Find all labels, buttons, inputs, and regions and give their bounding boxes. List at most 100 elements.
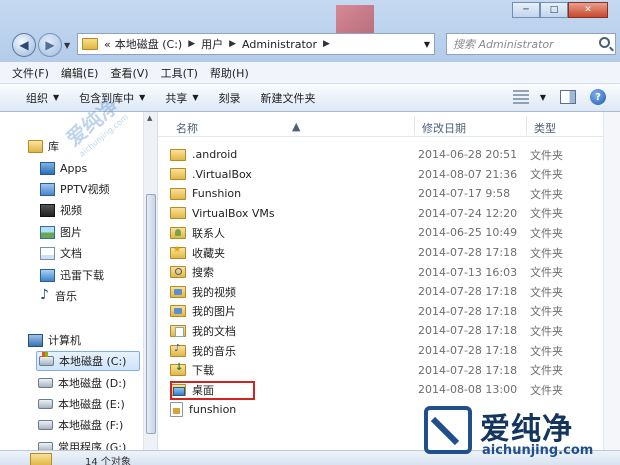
file-date: 2014-07-28 17:18 <box>418 246 518 259</box>
file-type: 文件夹 <box>530 266 563 280</box>
nav-item-pictures[interactable]: 图片 <box>40 222 82 242</box>
file-row[interactable]: 搜索 2014-07-13 16:03 文件夹 <box>170 263 600 282</box>
nav-drive-f[interactable]: 本地磁盘 (F:) <box>38 415 123 435</box>
system-drive-icon <box>39 352 54 366</box>
menu-file[interactable]: 文件(F) <box>12 65 49 81</box>
forward-button[interactable]: ▶ <box>38 33 62 57</box>
organize-button[interactable]: 组织 ▼ <box>26 90 59 106</box>
address-segment-admin[interactable]: Administrator <box>242 38 317 51</box>
back-button[interactable]: ◀ <box>12 33 36 57</box>
address-overflow[interactable]: « <box>104 38 111 51</box>
chevron-right-icon[interactable]: ▶ <box>323 39 330 49</box>
nav-computer[interactable]: 计算机 <box>28 330 81 350</box>
file-row[interactable]: .VirtualBox 2014-08-07 21:36 文件夹 <box>170 165 600 184</box>
video-icon <box>40 203 55 217</box>
file-row[interactable]: .android 2014-06-28 20:51 文件夹 <box>170 145 600 164</box>
column-divider[interactable] <box>526 116 527 134</box>
scrollbar-thumb[interactable] <box>146 194 156 434</box>
menu-edit[interactable]: 编辑(E) <box>61 65 99 81</box>
sort-ascending-icon: ▲ <box>292 120 301 133</box>
downloads-folder-icon <box>170 362 186 377</box>
chevron-right-icon[interactable]: ▶ <box>229 39 236 49</box>
search-box[interactable] <box>446 33 616 55</box>
folder-icon <box>170 207 186 220</box>
file-type: 文件夹 <box>530 344 563 358</box>
burn-button[interactable]: 刻录 <box>218 90 240 106</box>
nav-item-apps[interactable]: Apps <box>40 158 87 178</box>
nav-label: 文档 <box>60 247 82 260</box>
file-row[interactable]: 我的图片 2014-07-28 17:18 文件夹 <box>170 302 600 321</box>
help-icon[interactable]: ? <box>590 89 606 105</box>
music-icon <box>40 287 50 303</box>
file-name: 我的音乐 <box>192 344 236 358</box>
file-name-cell: 我的音乐 <box>170 343 418 359</box>
nav-item-xunlei[interactable]: 迅雷下载 <box>40 265 104 285</box>
file-name-cell: 我的图片 <box>170 303 418 319</box>
file-row[interactable]: funshion <box>170 400 600 419</box>
nav-label: 本地磁盘 (E:) <box>58 398 125 411</box>
nav-label: 本地磁盘 (C:) <box>59 355 127 368</box>
favorites-folder-icon <box>170 245 186 259</box>
file-row[interactable]: 我的音乐 2014-07-28 17:18 文件夹 <box>170 341 600 360</box>
picture-icon <box>40 225 55 239</box>
column-divider[interactable] <box>414 116 415 134</box>
menu-tools[interactable]: 工具(T) <box>161 65 198 81</box>
file-name-cell: 收藏夹 <box>170 245 418 261</box>
address-bar[interactable]: « 本地磁盘 (C:) ▶ 用户 ▶ Administrator ▶ ▼ <box>77 33 435 55</box>
nav-item-videos[interactable]: 视频 <box>40 200 82 220</box>
view-dropdown-icon[interactable]: ▼ <box>540 93 546 102</box>
recent-pages-dropdown-icon[interactable]: ▼ <box>64 41 70 50</box>
file-name-cell: Funshion <box>170 187 418 200</box>
file-type: 文件夹 <box>530 305 563 319</box>
search-icon[interactable] <box>599 37 610 48</box>
include-in-library-button[interactable]: 包含到库中 ▼ <box>79 90 145 106</box>
file-row[interactable]: VirtualBox VMs 2014-07-24 12:20 文件夹 <box>170 204 600 223</box>
file-row[interactable]: 联系人 2014-06-25 10:49 文件夹 <box>170 223 600 242</box>
chevron-right-icon[interactable]: ▶ <box>188 39 195 49</box>
change-view-icon[interactable] <box>512 90 529 104</box>
nav-label: 本地磁盘 (F:) <box>58 419 124 432</box>
menu-bar: 文件(F) 编辑(E) 查看(V) 工具(T) 帮助(H) <box>0 62 620 84</box>
file-row[interactable]: 我的视频 2014-07-28 17:18 文件夹 <box>170 282 600 301</box>
share-button[interactable]: 共享 ▼ <box>165 90 198 106</box>
column-date[interactable]: 修改日期 <box>422 120 466 136</box>
file-name: 收藏夹 <box>192 246 225 260</box>
new-folder-button[interactable]: 新建文件夹 <box>260 90 315 106</box>
address-segment-drive[interactable]: 本地磁盘 (C:) <box>115 36 182 52</box>
nav-drive-e[interactable]: 本地磁盘 (E:) <box>38 394 125 414</box>
nav-label: 音乐 <box>55 290 77 303</box>
nav-item-pptv[interactable]: PPTV视频 <box>40 179 110 199</box>
file-date: 2014-07-24 12:20 <box>418 206 518 220</box>
nav-drive-c[interactable]: 本地磁盘 (C:) <box>36 351 140 371</box>
file-date: 2014-07-28 17:18 <box>418 324 518 338</box>
nav-label: 本地磁盘 (D:) <box>58 377 127 390</box>
videos-folder-icon <box>170 285 186 298</box>
preview-pane-icon[interactable] <box>560 90 576 104</box>
navigation-scrollbar[interactable]: ▲ <box>143 112 157 465</box>
scroll-up-icon[interactable]: ▲ <box>147 114 152 122</box>
address-segment-users[interactable]: 用户 <box>201 36 223 52</box>
nav-label: PPTV视频 <box>60 183 110 196</box>
file-row[interactable]: Funshion 2014-07-17 9:58 文件夹 <box>170 184 600 203</box>
nav-libraries[interactable]: 库 <box>28 136 59 156</box>
address-dropdown-icon[interactable]: ▼ <box>424 40 430 49</box>
file-row[interactable]: 下载 2014-07-28 17:18 文件夹 <box>170 361 600 380</box>
nav-label: Apps <box>60 161 88 175</box>
close-button[interactable]: ✕ <box>568 2 608 18</box>
nav-drive-d[interactable]: 本地磁盘 (D:) <box>38 373 126 393</box>
file-name-cell: 联系人 <box>170 225 418 241</box>
content-scrollbar[interactable] <box>603 112 620 465</box>
nav-item-music[interactable]: 音乐 <box>40 286 77 306</box>
menu-view[interactable]: 查看(V) <box>110 65 148 81</box>
search-input[interactable] <box>453 37 603 51</box>
column-name[interactable]: 名称 <box>176 120 198 136</box>
file-row[interactable]: 收藏夹 2014-07-28 17:18 文件夹 <box>170 243 600 262</box>
column-type[interactable]: 类型 <box>534 120 556 136</box>
maximize-button[interactable]: □ <box>540 2 568 18</box>
menu-help[interactable]: 帮助(H) <box>210 65 249 81</box>
file-date: 2014-08-07 21:36 <box>418 167 518 181</box>
minimize-button[interactable]: ─ <box>512 2 540 18</box>
nav-item-documents[interactable]: 文档 <box>40 243 82 263</box>
file-row[interactable]: 我的文档 2014-07-28 17:18 文件夹 <box>170 321 600 340</box>
nav-label: 迅雷下载 <box>60 269 104 282</box>
